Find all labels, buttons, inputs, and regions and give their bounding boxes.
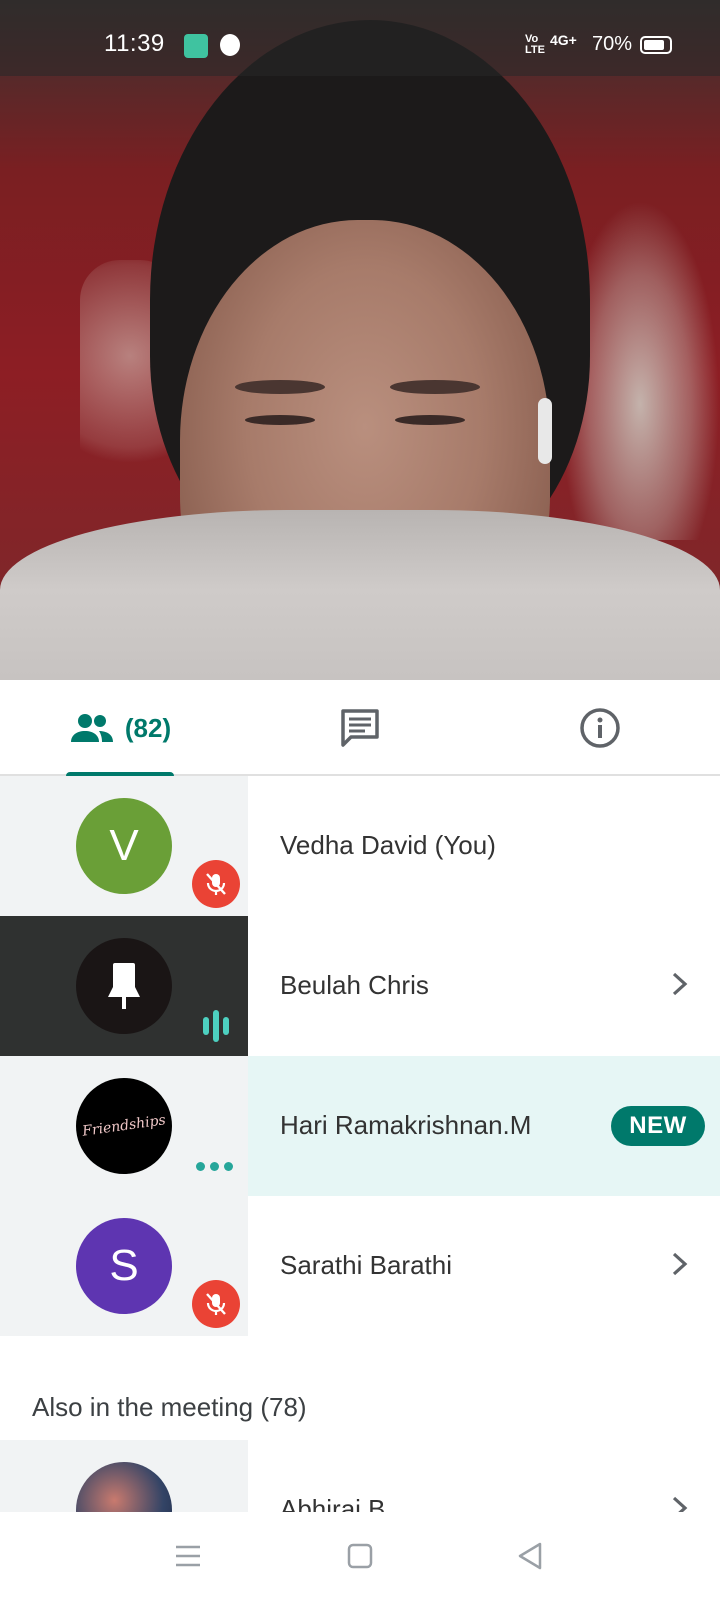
people-count: (82): [124, 712, 172, 743]
also-in-meeting-title: Also in the meeting (78): [32, 1392, 307, 1422]
tab-people[interactable]: (82): [0, 680, 240, 778]
status-time: 11:39: [104, 30, 165, 57]
participant-name: Vedha David (You): [280, 830, 496, 860]
avatar: Friendships: [76, 1078, 172, 1174]
avatar: [76, 1462, 172, 1512]
more-dots-icon: [196, 1162, 233, 1171]
phone-call-icon: [184, 34, 208, 58]
pin-icon: [108, 963, 140, 1009]
participant-row[interactable]: V Vedha David (You): [0, 776, 720, 916]
participant-thumbnail: Friendships: [0, 1056, 248, 1196]
avatar: S: [76, 1218, 172, 1314]
home-square-icon[interactable]: [340, 1536, 380, 1576]
chevron-right-icon[interactable]: [668, 1494, 692, 1512]
battery-percent: 70%: [592, 33, 633, 55]
back-triangle-icon[interactable]: [510, 1536, 550, 1576]
mic-off-icon: [192, 860, 240, 908]
menu-icon[interactable]: [168, 1536, 208, 1576]
volte-indicator: Vo LTE: [525, 33, 545, 56]
participant-thumbnail: [0, 1440, 248, 1512]
participant-name: Hari Ramakrishnan.M: [280, 1110, 532, 1140]
new-badge: NEW: [611, 1106, 705, 1146]
participant-row[interactable]: Abhiraj B: [0, 1440, 720, 1512]
chat-icon: [341, 709, 379, 747]
info-icon: [580, 708, 620, 748]
panel-tabs: (82): [0, 680, 720, 778]
battery-icon: [640, 36, 672, 54]
chevron-right-icon[interactable]: [668, 970, 692, 998]
avatar: V: [76, 798, 172, 894]
participant-name: Beulah Chris: [280, 970, 429, 1000]
participant-thumbnail: V: [0, 776, 248, 916]
speaking-indicator-icon: [196, 1006, 236, 1046]
mic-off-icon: [192, 1280, 240, 1328]
participant-thumbnail: S: [0, 1196, 248, 1336]
status-bar: 11:39 Vo LTE 4G+ 70%: [0, 0, 720, 76]
participant-row[interactable]: Friendships Hari Ramakrishnan.M NEW: [0, 1056, 720, 1196]
people-icon: [70, 714, 113, 742]
meet-notification-icon: [220, 34, 240, 56]
avatar: [76, 938, 172, 1034]
chevron-right-icon[interactable]: [668, 1250, 692, 1278]
participant-name: Abhiraj B: [280, 1494, 386, 1512]
system-nav-bar: [0, 1512, 720, 1600]
participant-row[interactable]: S Sarathi Barathi: [0, 1196, 720, 1336]
participant-thumbnail: [0, 916, 248, 1056]
avatar-logo-text: Friendships: [81, 1112, 167, 1140]
network-indicator: 4G+: [550, 32, 577, 48]
main-video-feed[interactable]: [0, 0, 720, 680]
participant-row[interactable]: Beulah Chris: [0, 916, 720, 1056]
participant-name: Sarathi Barathi: [280, 1250, 452, 1280]
meet-screen: 11:39 Vo LTE 4G+ 70% (82) V Vedha David …: [0, 0, 720, 1600]
tab-info[interactable]: [480, 680, 720, 776]
tab-chat[interactable]: [240, 680, 480, 776]
